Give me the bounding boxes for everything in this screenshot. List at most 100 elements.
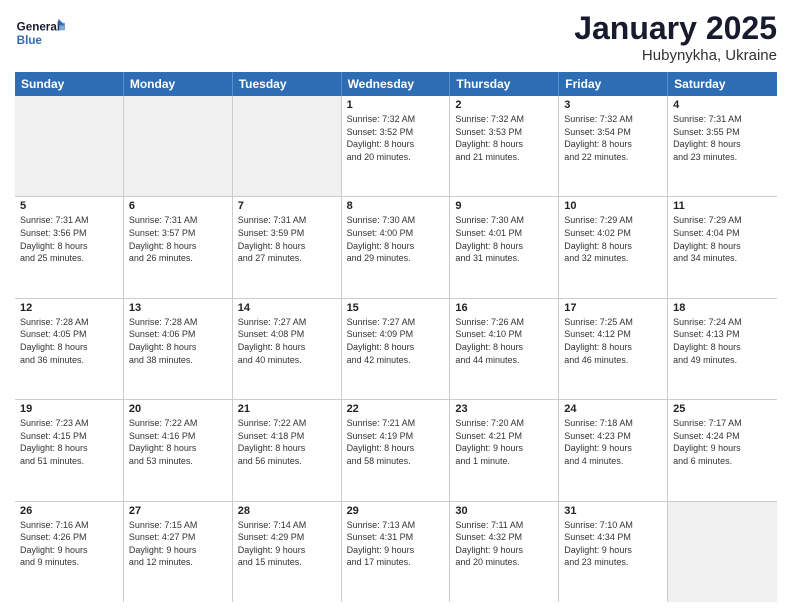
day-number: 18 xyxy=(673,302,772,314)
calendar-cell: 9 Sunrise: 7:30 AMSunset: 4:01 PMDaylight… xyxy=(450,197,559,297)
weekday-header: Tuesday xyxy=(233,72,342,96)
day-info: Sunrise: 7:31 AMSunset: 3:56 PMDaylight:… xyxy=(20,214,118,264)
weekday-header: Saturday xyxy=(668,72,777,96)
calendar-cell: 11Sunrise: 7:29 AMSunset: 4:04 PMDayligh… xyxy=(668,197,777,297)
day-info: Sunrise: 7:32 AMSunset: 3:54 PMDaylight:… xyxy=(564,113,662,163)
calendar-cell: 19 Sunrise: 7:23 AMSunset: 4:15 PMDayligh… xyxy=(15,400,124,500)
day-number: 15 xyxy=(347,302,445,314)
calendar-header: SundayMondayTuesdayWednesdayThursdayFrid… xyxy=(15,72,777,96)
day-number: 22 xyxy=(347,403,445,415)
day-info: Sunrise: 7:14 AMSunset: 4:29 PMDaylight:… xyxy=(238,519,336,569)
calendar-cell: 1 Sunrise: 7:32 AMSunset: 3:52 PMDaylight… xyxy=(342,96,451,196)
calendar-cell: 3 Sunrise: 7:32 AMSunset: 3:54 PMDaylight… xyxy=(559,96,668,196)
month-title: January 2025 xyxy=(574,10,777,47)
day-info: Sunrise: 7:10 AMSunset: 4:34 PMDaylight:… xyxy=(564,519,662,569)
day-number: 5 xyxy=(20,200,118,212)
calendar-cell: 18Sunrise: 7:24 AMSunset: 4:13 PMDayligh… xyxy=(668,299,777,399)
day-info: Sunrise: 7:16 AMSunset: 4:26 PMDaylight:… xyxy=(20,519,118,569)
day-info: Sunrise: 7:13 AMSunset: 4:31 PMDaylight:… xyxy=(347,519,445,569)
day-info: Sunrise: 7:22 AMSunset: 4:18 PMDaylight:… xyxy=(238,417,336,467)
calendar-cell: 22Sunrise: 7:21 AMSunset: 4:19 PMDayligh… xyxy=(342,400,451,500)
day-number: 24 xyxy=(564,403,662,415)
header: General Blue January 2025 Hubynykha, Ukr… xyxy=(15,10,777,64)
day-info: Sunrise: 7:25 AMSunset: 4:12 PMDaylight:… xyxy=(564,316,662,366)
day-number: 11 xyxy=(673,200,772,212)
day-info: Sunrise: 7:28 AMSunset: 4:05 PMDaylight:… xyxy=(20,316,118,366)
weekday-header: Monday xyxy=(124,72,233,96)
day-number: 1 xyxy=(347,99,445,111)
weekday-header: Wednesday xyxy=(342,72,451,96)
day-number: 19 xyxy=(20,403,118,415)
day-number: 23 xyxy=(455,403,553,415)
calendar-cell: 17 Sunrise: 7:25 AMSunset: 4:12 PMDayligh… xyxy=(559,299,668,399)
calendar-cell: 24 Sunrise: 7:18 AMSunset: 4:23 PMDayligh… xyxy=(559,400,668,500)
weekday-header: Thursday xyxy=(450,72,559,96)
day-number: 14 xyxy=(238,302,336,314)
day-number: 17 xyxy=(564,302,662,314)
day-number: 31 xyxy=(564,505,662,517)
calendar-row: 12 Sunrise: 7:28 AMSunset: 4:05 PMDayligh… xyxy=(15,299,777,400)
day-info: Sunrise: 7:29 AMSunset: 4:02 PMDaylight:… xyxy=(564,214,662,264)
calendar-cell: 27 Sunrise: 7:15 AMSunset: 4:27 PMDayligh… xyxy=(124,502,233,602)
day-info: Sunrise: 7:31 AMSunset: 3:57 PMDaylight:… xyxy=(129,214,227,264)
day-number: 26 xyxy=(20,505,118,517)
day-info: Sunrise: 7:11 AMSunset: 4:32 PMDaylight:… xyxy=(455,519,553,569)
calendar-row: 5 Sunrise: 7:31 AMSunset: 3:56 PMDaylight… xyxy=(15,197,777,298)
day-info: Sunrise: 7:23 AMSunset: 4:15 PMDaylight:… xyxy=(20,417,118,467)
calendar-cell: 26 Sunrise: 7:16 AMSunset: 4:26 PMDayligh… xyxy=(15,502,124,602)
calendar-cell: 14Sunrise: 7:27 AMSunset: 4:08 PMDayligh… xyxy=(233,299,342,399)
day-number: 3 xyxy=(564,99,662,111)
calendar-row: 26 Sunrise: 7:16 AMSunset: 4:26 PMDayligh… xyxy=(15,502,777,602)
svg-text:General: General xyxy=(17,20,60,33)
day-number: 9 xyxy=(455,200,553,212)
page: General Blue January 2025 Hubynykha, Ukr… xyxy=(0,0,792,612)
day-number: 28 xyxy=(238,505,336,517)
day-info: Sunrise: 7:17 AMSunset: 4:24 PMDaylight:… xyxy=(673,417,772,467)
logo: General Blue xyxy=(15,10,65,55)
day-number: 8 xyxy=(347,200,445,212)
day-number: 16 xyxy=(455,302,553,314)
calendar-cell: 29 Sunrise: 7:13 AMSunset: 4:31 PMDayligh… xyxy=(342,502,451,602)
day-info: Sunrise: 7:31 AMSunset: 3:55 PMDaylight:… xyxy=(673,113,772,163)
title-block: January 2025 Hubynykha, Ukraine xyxy=(574,10,777,64)
calendar-cell: 30Sunrise: 7:11 AMSunset: 4:32 PMDayligh… xyxy=(450,502,559,602)
calendar-cell: 2 Sunrise: 7:32 AMSunset: 3:53 PMDaylight… xyxy=(450,96,559,196)
day-info: Sunrise: 7:30 AMSunset: 4:01 PMDaylight:… xyxy=(455,214,553,264)
day-number: 21 xyxy=(238,403,336,415)
calendar-cell: 12 Sunrise: 7:28 AMSunset: 4:05 PMDayligh… xyxy=(15,299,124,399)
day-info: Sunrise: 7:20 AMSunset: 4:21 PMDaylight:… xyxy=(455,417,553,467)
day-info: Sunrise: 7:31 AMSunset: 3:59 PMDaylight:… xyxy=(238,214,336,264)
calendar-cell: 21 Sunrise: 7:22 AMSunset: 4:18 PMDayligh… xyxy=(233,400,342,500)
calendar-cell: 20Sunrise: 7:22 AMSunset: 4:16 PMDayligh… xyxy=(124,400,233,500)
day-number: 27 xyxy=(129,505,227,517)
day-info: Sunrise: 7:27 AMSunset: 4:09 PMDaylight:… xyxy=(347,316,445,366)
day-info: Sunrise: 7:15 AMSunset: 4:27 PMDaylight:… xyxy=(129,519,227,569)
logo-svg: General Blue xyxy=(15,10,65,55)
day-number: 7 xyxy=(238,200,336,212)
day-number: 2 xyxy=(455,99,553,111)
calendar-body: 1 Sunrise: 7:32 AMSunset: 3:52 PMDaylight… xyxy=(15,96,777,602)
day-number: 29 xyxy=(347,505,445,517)
weekday-header: Sunday xyxy=(15,72,124,96)
day-number: 25 xyxy=(673,403,772,415)
day-info: Sunrise: 7:22 AMSunset: 4:16 PMDaylight:… xyxy=(129,417,227,467)
day-info: Sunrise: 7:32 AMSunset: 3:53 PMDaylight:… xyxy=(455,113,553,163)
calendar-cell xyxy=(15,96,124,196)
calendar-row: 1 Sunrise: 7:32 AMSunset: 3:52 PMDaylight… xyxy=(15,96,777,197)
day-info: Sunrise: 7:26 AMSunset: 4:10 PMDaylight:… xyxy=(455,316,553,366)
day-number: 12 xyxy=(20,302,118,314)
weekday-header: Friday xyxy=(559,72,668,96)
calendar-cell: 28 Sunrise: 7:14 AMSunset: 4:29 PMDayligh… xyxy=(233,502,342,602)
day-info: Sunrise: 7:32 AMSunset: 3:52 PMDaylight:… xyxy=(347,113,445,163)
svg-text:Blue: Blue xyxy=(17,34,43,47)
day-info: Sunrise: 7:28 AMSunset: 4:06 PMDaylight:… xyxy=(129,316,227,366)
location: Hubynykha, Ukraine xyxy=(574,47,777,64)
day-number: 6 xyxy=(129,200,227,212)
day-info: Sunrise: 7:18 AMSunset: 4:23 PMDaylight:… xyxy=(564,417,662,467)
day-number: 13 xyxy=(129,302,227,314)
calendar: SundayMondayTuesdayWednesdayThursdayFrid… xyxy=(15,72,777,602)
calendar-cell: 16 Sunrise: 7:26 AMSunset: 4:10 PMDayligh… xyxy=(450,299,559,399)
calendar-cell: 5 Sunrise: 7:31 AMSunset: 3:56 PMDaylight… xyxy=(15,197,124,297)
calendar-row: 19 Sunrise: 7:23 AMSunset: 4:15 PMDayligh… xyxy=(15,400,777,501)
calendar-cell xyxy=(233,96,342,196)
